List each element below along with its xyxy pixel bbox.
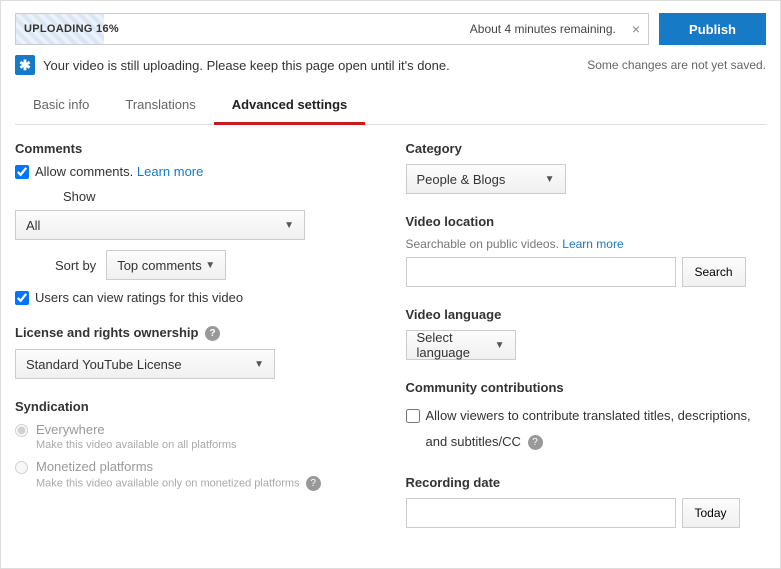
- show-value: All: [26, 218, 40, 233]
- tab-basic-info[interactable]: Basic info: [15, 89, 107, 124]
- caret-down-icon: ▼: [284, 220, 294, 231]
- caret-down-icon: ▼: [205, 260, 215, 271]
- contributions-text-2: and subtitles/CC: [426, 434, 521, 449]
- license-select[interactable]: Standard YouTube License ▼: [15, 349, 275, 379]
- caret-down-icon: ▼: [545, 174, 555, 185]
- community-contributions-checkbox[interactable]: [406, 409, 420, 423]
- recording-date-heading: Recording date: [406, 475, 767, 490]
- video-location-input[interactable]: [406, 257, 676, 287]
- caret-down-icon: ▼: [254, 359, 264, 370]
- help-icon[interactable]: ?: [306, 476, 321, 491]
- contributions-text-1: Allow viewers to contribute translated t…: [426, 408, 751, 423]
- time-remaining: About 4 minutes remaining.: [470, 22, 624, 36]
- syndication-heading: Syndication: [15, 399, 376, 414]
- caret-down-icon: ▼: [495, 340, 505, 351]
- video-language-heading: Video language: [406, 307, 767, 322]
- video-language-select[interactable]: Select language ▼: [406, 330, 516, 360]
- asterisk-icon: ✱: [15, 55, 35, 75]
- category-select[interactable]: People & Blogs ▼: [406, 164, 566, 194]
- ratings-checkbox[interactable]: [15, 291, 29, 305]
- syndication-monetized-radio[interactable]: [15, 461, 28, 474]
- upload-progress-box: UPLOADING 16% About 4 minutes remaining.…: [15, 13, 649, 45]
- ratings-label: Users can view ratings for this video: [35, 290, 243, 305]
- save-status: Some changes are not yet saved.: [587, 58, 766, 72]
- help-icon[interactable]: ?: [528, 435, 543, 450]
- syndication-monetized-label: Monetized platforms: [36, 459, 321, 474]
- help-icon[interactable]: ?: [205, 326, 220, 341]
- close-icon[interactable]: ×: [624, 21, 648, 37]
- license-value: Standard YouTube License: [26, 357, 182, 372]
- allow-comments-learn-more[interactable]: Learn more: [137, 164, 203, 179]
- show-select[interactable]: All ▼: [15, 210, 305, 240]
- video-location-hint: Searchable on public videos. Learn more: [406, 237, 767, 251]
- community-contributions-heading: Community contributions: [406, 380, 767, 395]
- allow-comments-label: Allow comments.: [35, 164, 133, 179]
- syndication-everywhere-hint: Make this video available on all platfor…: [36, 439, 237, 451]
- tab-translations[interactable]: Translations: [107, 89, 213, 124]
- sort-by-value: Top comments: [117, 258, 202, 273]
- sort-by-label: Sort by: [55, 258, 96, 273]
- tab-advanced-settings[interactable]: Advanced settings: [214, 89, 366, 125]
- syndication-everywhere-label: Everywhere: [36, 422, 237, 437]
- video-location-heading: Video location: [406, 214, 767, 229]
- publish-button[interactable]: Publish: [659, 13, 766, 45]
- syndication-everywhere-radio[interactable]: [15, 424, 28, 437]
- upload-notice: Your video is still uploading. Please ke…: [43, 58, 450, 73]
- allow-comments-checkbox[interactable]: [15, 165, 29, 179]
- location-search-button[interactable]: Search: [682, 257, 746, 287]
- upload-status-text: UPLOADING 16%: [16, 23, 119, 35]
- category-heading: Category: [406, 141, 767, 156]
- recording-date-input[interactable]: [406, 498, 676, 528]
- show-label: Show: [63, 189, 376, 204]
- license-heading: License and rights ownership ?: [15, 325, 376, 341]
- comments-heading: Comments: [15, 141, 376, 156]
- syndication-monetized-hint: Make this video available only on moneti…: [36, 476, 321, 491]
- today-button[interactable]: Today: [682, 498, 740, 528]
- location-learn-more[interactable]: Learn more: [562, 237, 623, 251]
- category-value: People & Blogs: [417, 172, 506, 187]
- sort-by-select[interactable]: Top comments ▼: [106, 250, 226, 280]
- video-language-value: Select language: [417, 330, 489, 360]
